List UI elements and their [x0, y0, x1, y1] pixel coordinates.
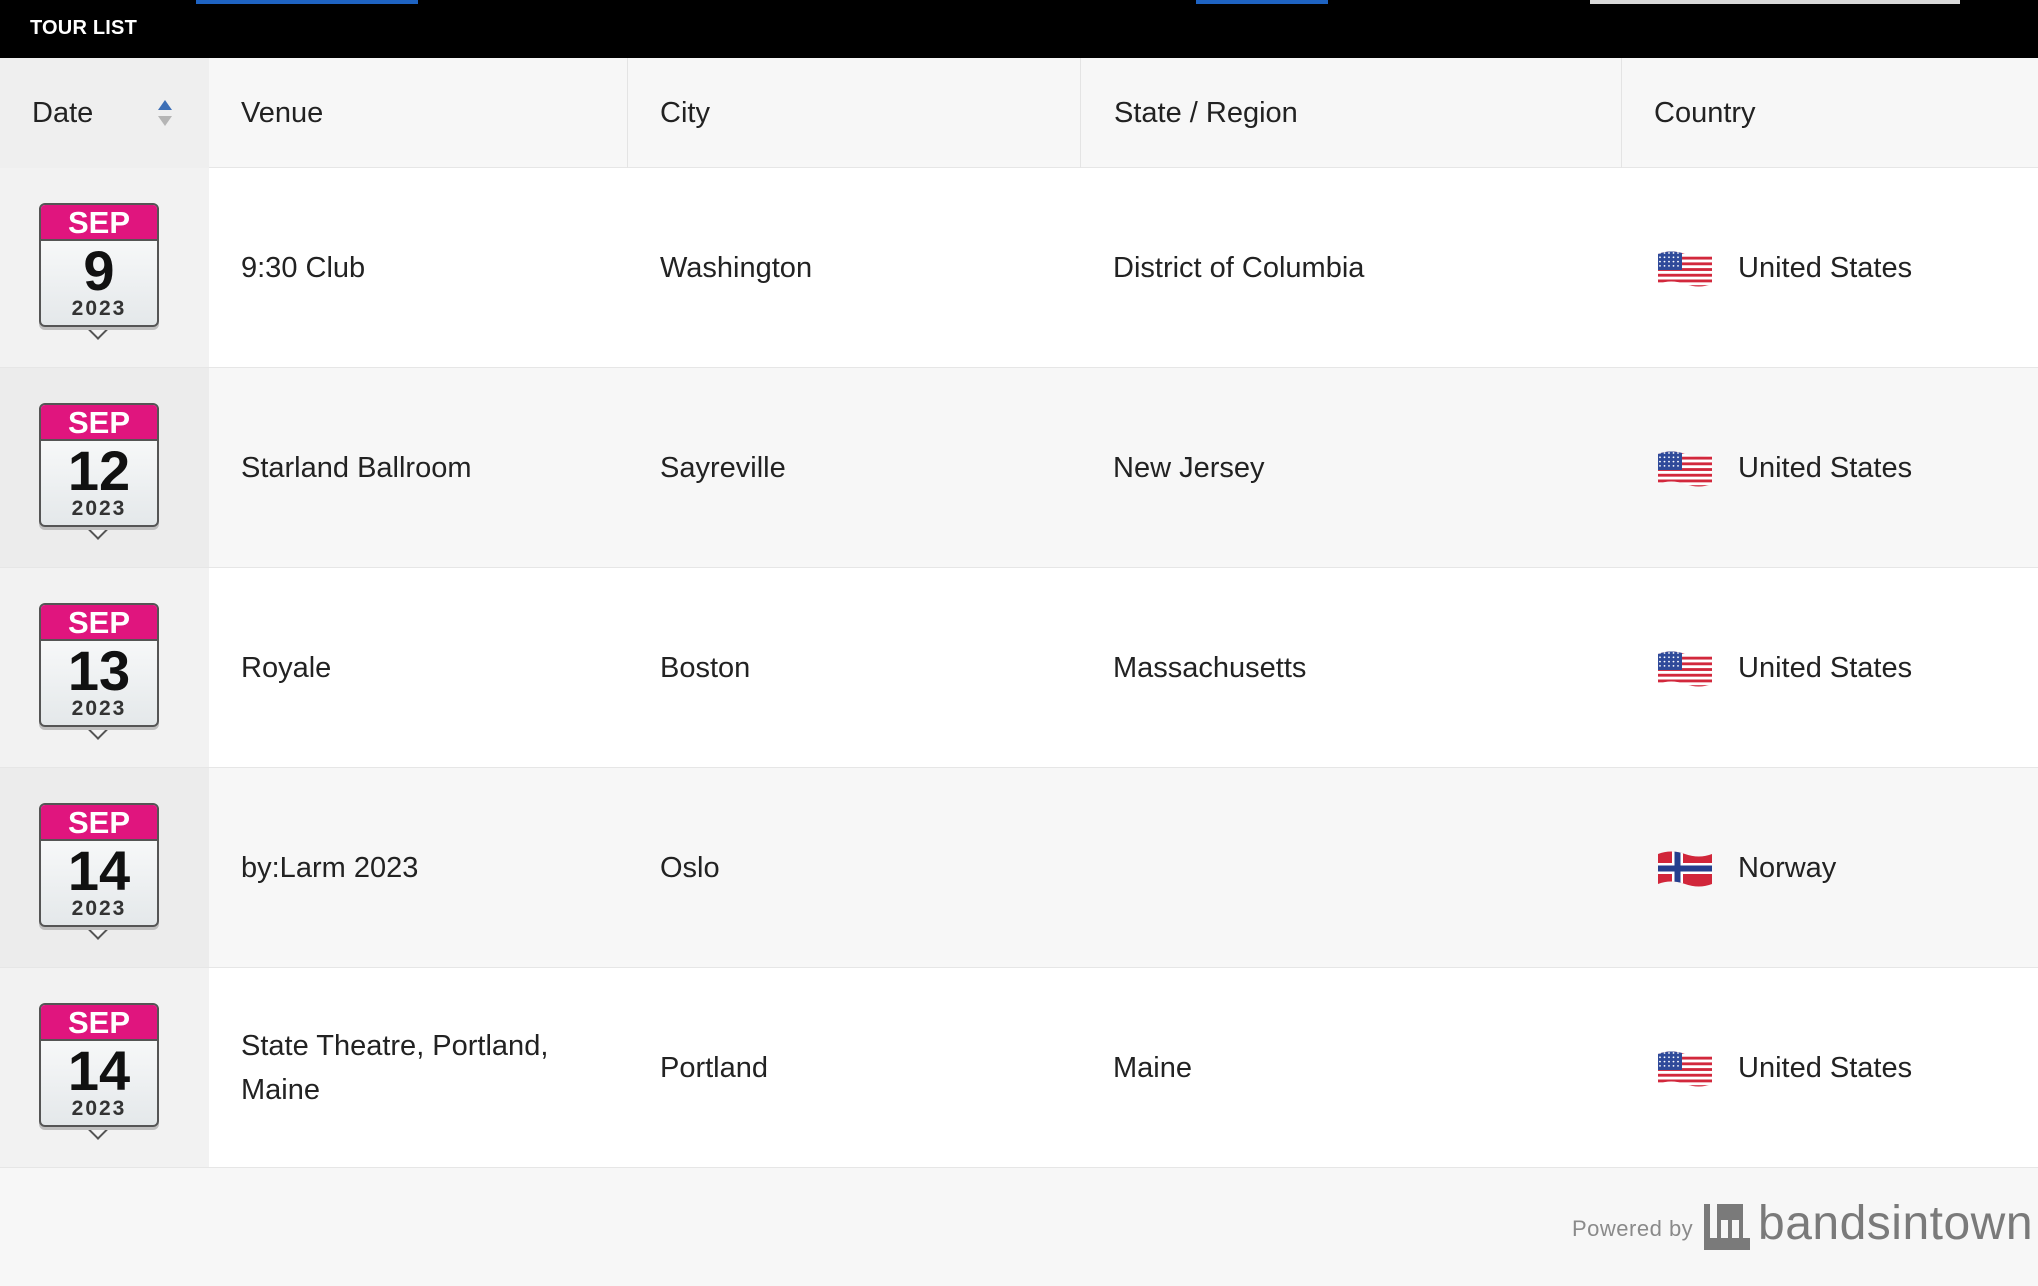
- event-month: SEP: [41, 804, 157, 841]
- state-cell: Maine: [1113, 1051, 1192, 1084]
- event-month: SEP: [41, 204, 157, 241]
- footer: Powered by bandsintown: [0, 1168, 2038, 1286]
- country-name: United States: [1738, 1051, 1913, 1084]
- us-flag-icon: [1658, 251, 1712, 286]
- column-header-label: State / Region: [1114, 96, 1298, 129]
- event-day: 12: [67, 438, 131, 502]
- event-year: 2023: [71, 896, 127, 920]
- country-name: United States: [1738, 451, 1913, 484]
- venue-cell: Royale: [241, 651, 332, 684]
- column-header-venue[interactable]: Venue: [209, 58, 627, 168]
- tour-table: Date Venue City State / Region Country S…: [0, 58, 2038, 1168]
- event-month: SEP: [41, 604, 157, 641]
- column-header-label: Date: [32, 96, 94, 129]
- calendar-date-icon: SEP 9 2023: [39, 202, 159, 340]
- table-header: Date Venue City State / Region Country: [0, 58, 2038, 168]
- calendar-date-icon: SEP 14 2023: [39, 802, 159, 940]
- previous-tab-stub: [196, 0, 418, 4]
- country-name: United States: [1738, 651, 1913, 684]
- date-cell: SEP 14 2023: [0, 768, 209, 967]
- top-bar: TOUR LIST: [0, 0, 2038, 58]
- event-day: 9: [83, 238, 115, 302]
- event-month: SEP: [41, 404, 157, 441]
- event-month: SEP: [41, 1004, 157, 1041]
- sort-ascending-icon[interactable]: [157, 98, 173, 128]
- country-cell: United States: [1656, 368, 2036, 567]
- date-cell: SEP 12 2023: [0, 368, 209, 567]
- table-body: SEP 9 2023 9:30 Club Washington District of C…: [0, 168, 2038, 1168]
- city-cell: Boston: [660, 651, 751, 684]
- column-header-label: Country: [1654, 96, 1756, 129]
- calendar-date-icon: SEP 13 2023: [39, 602, 159, 740]
- column-header-label: City: [660, 96, 710, 129]
- event-day: 13: [67, 638, 131, 702]
- city-cell: Portland: [660, 1051, 769, 1084]
- previous-tab-stub: [1196, 0, 1328, 4]
- venue-cell: 9:30 Club: [241, 251, 366, 284]
- date-cell: SEP 14 2023: [0, 968, 209, 1167]
- us-flag-icon: [1658, 651, 1712, 686]
- table-row[interactable]: SEP 14 2023 by:Larm 2023 Oslo Norway: [0, 768, 2038, 968]
- event-day: 14: [67, 838, 131, 902]
- column-header-city[interactable]: City: [627, 58, 1080, 168]
- country-cell: United States: [1656, 568, 2036, 767]
- state-cell: New Jersey: [1113, 451, 1265, 484]
- powered-by-text: Powered by: [1572, 1216, 1694, 1241]
- bandsintown-wordmark[interactable]: bandsintown: [1758, 1196, 2033, 1251]
- table-row[interactable]: SEP 13 2023 Royale Boston Massachusetts United…: [0, 568, 2038, 768]
- column-header-date[interactable]: Date: [0, 58, 209, 168]
- country-name: Norway: [1738, 851, 1837, 884]
- previous-tab-stub: [1590, 0, 1960, 4]
- calendar-box: SEP 12 2023: [39, 402, 159, 527]
- table-row[interactable]: SEP 12 2023 Starland Ballroom Sayreville New …: [0, 368, 2038, 568]
- norway-flag-icon: [1658, 851, 1712, 886]
- date-cell: SEP 13 2023: [0, 568, 209, 767]
- event-year: 2023: [71, 296, 127, 320]
- us-flag-icon: [1658, 451, 1712, 486]
- city-cell: Oslo: [660, 851, 720, 884]
- table-row[interactable]: SEP 9 2023 9:30 Club Washington District of C…: [0, 168, 2038, 368]
- state-cell: Massachusetts: [1113, 651, 1307, 684]
- country-cell: United States: [1656, 168, 2036, 367]
- us-flag-icon: [1658, 1051, 1712, 1086]
- event-day: 14: [67, 1038, 131, 1102]
- city-cell: Washington: [660, 251, 813, 284]
- state-cell: [1113, 768, 1613, 967]
- calendar-box: SEP 9 2023: [39, 202, 159, 327]
- country-cell: United States: [1656, 968, 2036, 1167]
- state-cell: District of Columbia: [1113, 251, 1365, 284]
- bandsintown-logo-icon[interactable]: [1704, 1204, 1750, 1250]
- event-year: 2023: [71, 1096, 127, 1120]
- column-header-state[interactable]: State / Region: [1080, 58, 1621, 168]
- country-cell: Norway: [1656, 768, 2036, 967]
- calendar-date-icon: SEP 14 2023: [39, 1002, 159, 1140]
- calendar-box: SEP 13 2023: [39, 602, 159, 727]
- calendar-box: SEP 14 2023: [39, 1002, 159, 1127]
- event-year: 2023: [71, 696, 127, 720]
- table-row[interactable]: SEP 14 2023 State Theatre, Portland, Maine P…: [0, 968, 2038, 1168]
- tour-list-title: TOUR LIST: [30, 17, 137, 39]
- event-year: 2023: [71, 496, 127, 520]
- venue-cell: by:Larm 2023: [241, 851, 419, 884]
- column-header-label: Venue: [241, 96, 324, 129]
- country-name: United States: [1738, 251, 1913, 284]
- city-cell: Sayreville: [660, 451, 786, 484]
- venue-cell: State Theatre, Portland, Maine: [241, 1029, 549, 1106]
- calendar-box: SEP 14 2023: [39, 802, 159, 927]
- venue-cell: Starland Ballroom: [241, 451, 472, 484]
- calendar-date-icon: SEP 12 2023: [39, 402, 159, 540]
- column-header-country[interactable]: Country: [1621, 58, 2038, 168]
- date-cell: SEP 9 2023: [0, 168, 209, 367]
